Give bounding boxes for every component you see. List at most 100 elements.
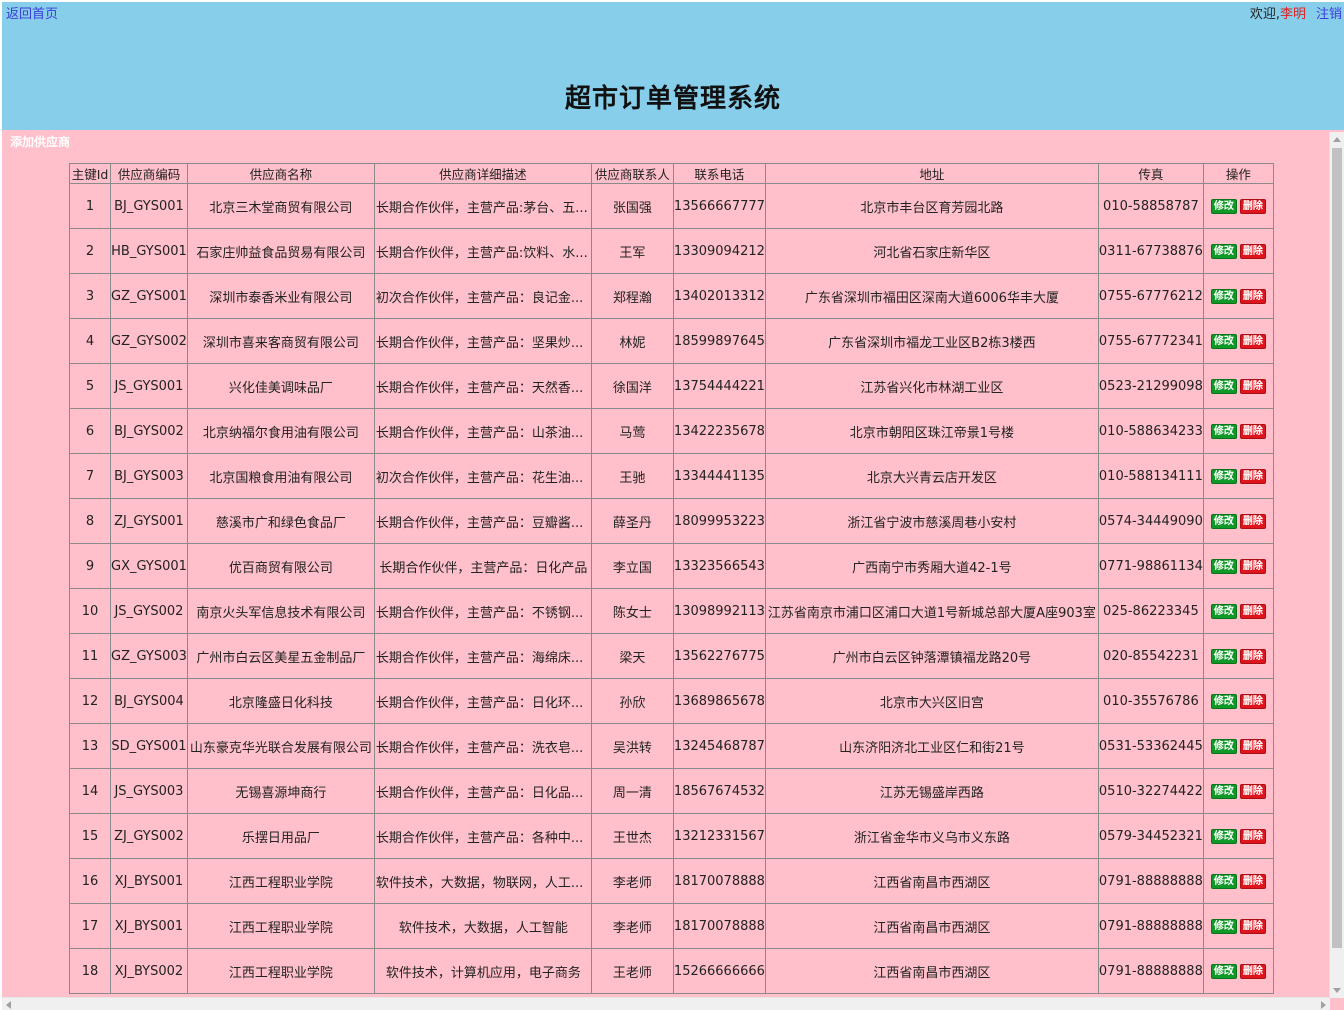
delete-button[interactable]: 删除 (1239, 918, 1266, 934)
cell-phone: 13212331567 (672, 813, 766, 859)
edit-button[interactable]: 修改 (1210, 738, 1237, 754)
edit-button[interactable]: 修改 (1210, 378, 1237, 394)
cell-name: 江西工程职业学院 (186, 858, 375, 904)
table-row: 10 JS_GYS002 南京火头军信息技术有限公司 长期合作伙伴，主营产品：不锈钢.… (69, 588, 1274, 634)
cell-desc: 长期合作伙伴，主营产品：日化品... (373, 768, 592, 814)
delete-button[interactable]: 删除 (1239, 963, 1266, 979)
delete-button[interactable]: 删除 (1239, 693, 1266, 709)
table-row: 9 GX_GYS001 优百商贸有限公司 长期合作伙伴，主营产品：日化产品 李立国 133… (69, 543, 1274, 589)
edit-button[interactable]: 修改 (1210, 243, 1237, 259)
scroll-right-icon[interactable] (1321, 1001, 1326, 1009)
edit-button[interactable]: 修改 (1210, 603, 1237, 619)
edit-button[interactable]: 修改 (1210, 468, 1237, 484)
cell-address: 山东济阳济北工业区仁和街21号 (764, 723, 1099, 769)
column-header: 地址 (764, 163, 1099, 184)
edit-button[interactable]: 修改 (1210, 783, 1237, 799)
delete-button[interactable]: 删除 (1239, 558, 1266, 574)
delete-button[interactable]: 删除 (1239, 423, 1266, 439)
table-row: 12 BJ_GYS004 北京隆盛日化科技 长期合作伙伴，主营产品：日化环... 孙欣 1… (69, 678, 1274, 724)
edit-button[interactable]: 修改 (1210, 198, 1237, 214)
edit-button[interactable]: 修改 (1210, 288, 1237, 304)
cell-desc: 长期合作伙伴，主营产品：坚果炒... (373, 318, 592, 364)
table-body: 1 BJ_GYS001 北京三木堂商贸有限公司 长期合作伙伴，主营产品:茅台、五...… (69, 183, 1274, 994)
cell-id: 18 (69, 948, 111, 994)
cell-phone: 18099953223 (672, 498, 766, 544)
cell-address: 广东省深圳市福龙工业区B2栋3楼西 (764, 318, 1099, 364)
delete-button[interactable]: 删除 (1239, 513, 1266, 529)
cell-address: 江西省南昌市西湖区 (764, 903, 1099, 949)
vertical-scrollbar[interactable] (1329, 132, 1344, 998)
delete-button[interactable]: 删除 (1239, 378, 1266, 394)
cell-fax: 0791-88888888 (1097, 903, 1204, 949)
cell-phone: 13562276775 (672, 633, 766, 679)
cell-address: 广西南宁市秀厢大道42-1号 (764, 543, 1099, 589)
table-row: 8 ZJ_GYS001 慈溪市广和绿色食品厂 长期合作伙伴，主营产品：豆瓣酱... 薛圣… (69, 498, 1274, 544)
scroll-thumb[interactable] (1332, 148, 1342, 948)
cell-fax: 0510-32274422 (1097, 768, 1204, 814)
edit-button[interactable]: 修改 (1210, 333, 1237, 349)
cell-code: JS_GYS003 (110, 768, 188, 814)
edit-button[interactable]: 修改 (1210, 648, 1237, 664)
welcome-text: 欢迎, (1249, 7, 1280, 22)
delete-button[interactable]: 删除 (1239, 873, 1266, 889)
scroll-up-icon[interactable] (1333, 137, 1341, 142)
cell-fax: 0771-98861134 (1097, 543, 1204, 589)
column-header: 供应商名称 (186, 163, 375, 184)
table-row: 17 XJ_BYS001 江西工程职业学院 软件技术，大数据，人工智能 李老师 18170… (69, 903, 1274, 949)
cell-id: 4 (69, 318, 111, 364)
cell-actions: 修改 删除 (1202, 768, 1274, 814)
cell-address: 江西省南昌市西湖区 (764, 858, 1099, 904)
cell-actions: 修改 删除 (1202, 633, 1274, 679)
delete-button[interactable]: 删除 (1239, 288, 1266, 304)
home-link[interactable]: 返回首页 (6, 3, 58, 22)
user-area: 欢迎,李明 注销 (1250, 3, 1342, 22)
cell-contact: 王军 (590, 228, 674, 274)
cell-phone: 18170078888 (672, 858, 766, 904)
horizontal-scrollbar[interactable] (2, 997, 1330, 1010)
cell-desc: 初次合作伙伴，主营产品：花生油... (373, 453, 592, 499)
edit-button[interactable]: 修改 (1210, 423, 1237, 439)
edit-button[interactable]: 修改 (1210, 963, 1237, 979)
cell-desc: 长期合作伙伴，主营产品：日化产品 (373, 543, 592, 589)
cell-address: 河北省石家庄新华区 (764, 228, 1099, 274)
cell-contact: 马莺 (590, 408, 674, 454)
cell-desc: 长期合作伙伴，主营产品：各种中... (373, 813, 592, 859)
delete-button[interactable]: 删除 (1239, 333, 1266, 349)
edit-button[interactable]: 修改 (1210, 873, 1237, 889)
cell-name: 兴化佳美调味品厂 (186, 363, 375, 409)
cell-id: 5 (69, 363, 111, 409)
edit-button[interactable]: 修改 (1210, 558, 1237, 574)
edit-button[interactable]: 修改 (1210, 693, 1237, 709)
logout-link[interactable]: 注销 (1316, 7, 1342, 22)
cell-actions: 修改 删除 (1202, 183, 1274, 229)
cell-code: XJ_BYS002 (110, 948, 188, 994)
cell-name: 山东豪克华光联合发展有限公司 (186, 723, 375, 769)
delete-button[interactable]: 删除 (1239, 198, 1266, 214)
cell-desc: 长期合作伙伴，主营产品：洗衣皂... (373, 723, 592, 769)
edit-button[interactable]: 修改 (1210, 513, 1237, 529)
cell-fax: 010-35576786 (1097, 678, 1204, 724)
cell-address: 北京市丰台区育芳园北路 (764, 183, 1099, 229)
delete-button[interactable]: 删除 (1239, 738, 1266, 754)
table-row: 2 HB_GYS001 石家庄帅益食品贸易有限公司 长期合作伙伴，主营产品:饮料、水.… (69, 228, 1274, 274)
cell-phone: 13566667777 (672, 183, 766, 229)
scroll-down-icon[interactable] (1333, 988, 1341, 993)
delete-button[interactable]: 删除 (1239, 603, 1266, 619)
delete-button[interactable]: 删除 (1239, 243, 1266, 259)
cell-id: 8 (69, 498, 111, 544)
cell-address: 北京市朝阳区珠江帝景1号楼 (764, 408, 1099, 454)
delete-button[interactable]: 删除 (1239, 468, 1266, 484)
cell-contact: 李老师 (590, 858, 674, 904)
scroll-left-icon[interactable] (6, 1001, 11, 1009)
edit-button[interactable]: 修改 (1210, 918, 1237, 934)
edit-button[interactable]: 修改 (1210, 828, 1237, 844)
cell-actions: 修改 删除 (1202, 723, 1274, 769)
table-row: 16 XJ_BYS001 江西工程职业学院 软件技术，大数据，物联网，人工... 李老师… (69, 858, 1274, 904)
delete-button[interactable]: 删除 (1239, 828, 1266, 844)
delete-button[interactable]: 删除 (1239, 648, 1266, 664)
table-row: 15 ZJ_GYS002 乐摆日用品厂 长期合作伙伴，主营产品：各种中... 王世杰 13… (69, 813, 1274, 859)
cell-contact: 林妮 (590, 318, 674, 364)
cell-actions: 修改 删除 (1202, 903, 1274, 949)
cell-id: 2 (69, 228, 111, 274)
delete-button[interactable]: 删除 (1239, 783, 1266, 799)
